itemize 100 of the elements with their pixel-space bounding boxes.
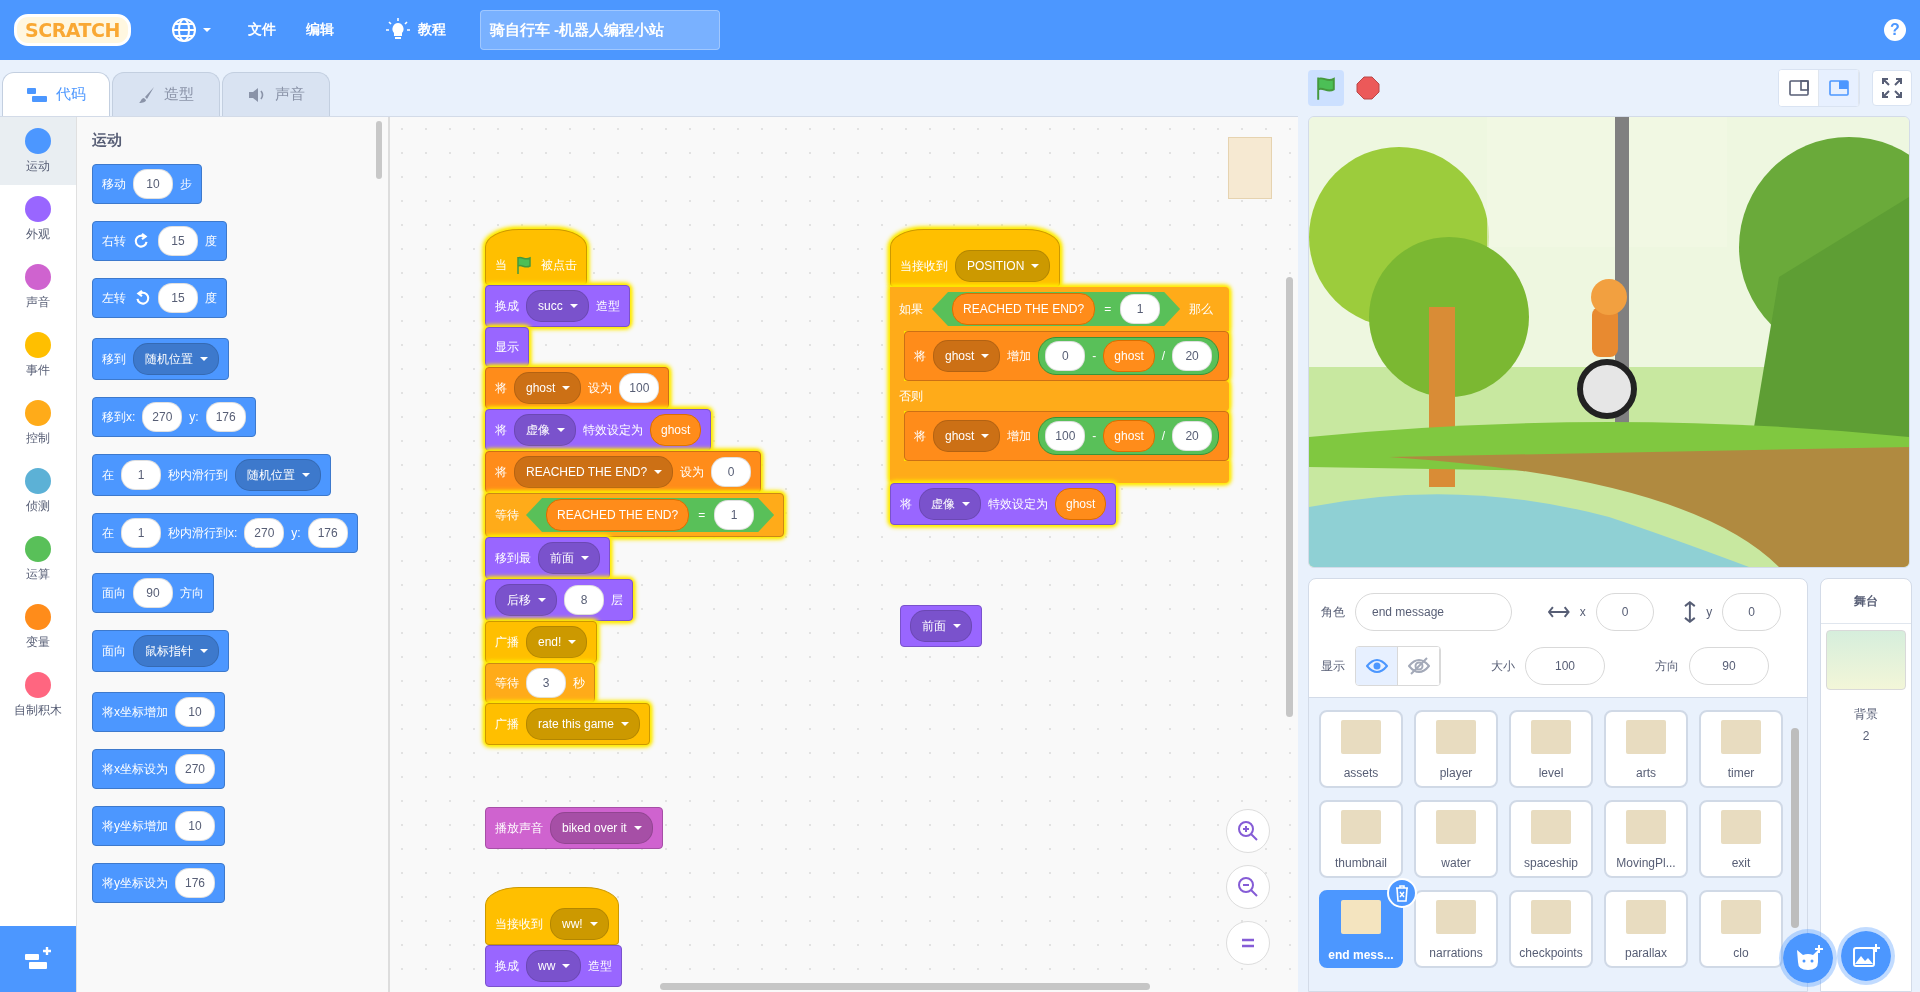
sprite-tile[interactable]: arts [1604,710,1688,788]
sprite-tile[interactable]: player [1414,710,1498,788]
category-item[interactable]: 运算 [0,525,76,593]
value-input[interactable]: 8 [564,585,604,615]
show-sprite-button[interactable] [1356,647,1398,685]
code-block[interactable]: 在 1 秒内滑行到x: 270 y: 176 [92,513,358,553]
code-block[interactable]: 左转 15 度 [92,278,227,318]
value-input[interactable]: 0 [1045,341,1086,371]
operator-block[interactable]: 100 - ghost / 20 [1038,417,1220,455]
dropdown-menu[interactable]: ghost [933,340,1001,372]
code-block[interactable]: 将 ghost 设为 100 [485,367,670,409]
category-item[interactable]: 变量 [0,593,76,661]
sprite-tile[interactable]: assets [1319,710,1403,788]
code-block[interactable]: 将 ghost 增加 0 - ghost / 20 [904,331,1230,381]
backdrop-thumbnail[interactable] [1826,630,1906,690]
value-input[interactable]: 270 [142,402,183,432]
add-extension-button[interactable] [0,926,76,992]
dropdown-menu[interactable]: 虚像 [919,488,981,520]
dropdown-menu[interactable]: 前面 [910,610,972,642]
value-input[interactable]: 20 [1172,421,1213,451]
dropdown-menu[interactable]: 随机位置 [235,459,321,491]
zoom-in-button[interactable] [1226,809,1270,853]
sprite-tile[interactable]: water [1414,800,1498,878]
dropdown-menu[interactable]: ghost [514,372,582,404]
dropdown-menu[interactable]: 鼠标指针 [133,635,219,667]
dropdown-menu[interactable]: succ [526,290,589,322]
zoom-reset-button[interactable] [1226,921,1270,965]
value-input[interactable]: 1 [1120,294,1161,324]
category-item[interactable]: 控制 [0,389,76,457]
sprite-tile[interactable]: exit [1699,800,1783,878]
value-input[interactable]: 0 [711,457,752,487]
code-block[interactable]: 将x坐标设为 270 [92,749,225,789]
sprite-tile[interactable]: thumbnail [1319,800,1403,878]
if-else-block[interactable]: 如果 REACHED THE END? = 1 那么 将 ghost 增加 0 - ghost / 20 否则 将 ghost 增加 100 - ghost / 20 [890,287,1230,483]
code-block[interactable]: 等待 3 秒 [485,663,595,703]
scrollbar[interactable] [1286,277,1293,717]
dropdown-menu[interactable]: biked over it [550,812,653,844]
code-block[interactable]: 移到最 前面 [485,537,610,579]
code-block[interactable]: 显示 [485,327,529,367]
value-input[interactable]: 20 [1172,341,1213,371]
value-input[interactable]: 10 [133,169,173,199]
category-item[interactable]: 运动 [0,117,76,185]
sprite-tile[interactable]: spaceship [1509,800,1593,878]
dropdown-menu[interactable]: 前面 [538,542,600,574]
stage-size-button[interactable] [1819,70,1859,106]
run-flag-button[interactable] [1308,70,1344,106]
code-block[interactable]: 将 REACHED THE END? 设为 0 [485,451,762,493]
sprite-tile[interactable]: parallax [1604,890,1688,968]
category-item[interactable]: 自制积木 [0,661,76,729]
code-block[interactable]: 在 1 秒内滑行到 随机位置 [92,454,331,496]
scrollbar[interactable] [660,983,1150,990]
code-block[interactable]: 右转 15 度 [92,221,227,261]
code-block[interactable]: 将 虚像 特效设定为 ghost [890,483,1117,525]
value-input[interactable]: 1 [121,518,161,548]
dropdown-menu[interactable]: 后移 [495,584,557,616]
code-block[interactable]: 面向 90 方向 [92,573,214,613]
value-input[interactable]: 1 [121,460,161,490]
value-input[interactable]: 270 [244,518,285,548]
value-input[interactable]: 15 [158,226,198,256]
scrollbar[interactable] [376,121,382,179]
value-input[interactable]: 176 [205,402,246,432]
value-input[interactable]: 176 [307,518,348,548]
value-input[interactable]: 10 [175,811,215,841]
dropdown-menu[interactable]: REACHED THE END? [514,456,674,488]
code-block[interactable]: 后移 8 层 [485,579,633,621]
code-block[interactable]: 播放声音 biked over it [485,807,663,849]
stage-size-button[interactable] [1779,70,1819,106]
value-input[interactable]: 10 [175,697,215,727]
code-block[interactable]: 换成 succ 造型 [485,285,630,327]
value-input[interactable]: 270 [175,754,215,784]
code-block[interactable]: 将 虚像 特效设定为 ghost [485,409,712,451]
sprite-tile[interactable]: timer [1699,710,1783,788]
sprite-tile[interactable]: level [1509,710,1593,788]
code-block[interactable]: 移动 10 步 [92,164,202,204]
dropdown-menu[interactable]: ghost [933,420,1001,452]
value-input[interactable]: 15 [158,283,198,313]
dropdown-menu[interactable]: ww [526,950,582,982]
code-block[interactable]: 将y坐标增加 10 [92,806,225,846]
zoom-out-button[interactable] [1226,865,1270,909]
code-block[interactable]: 等待 REACHED THE END? = 1 [485,493,785,537]
delete-sprite-button[interactable] [1387,878,1417,908]
category-item[interactable]: 外观 [0,185,76,253]
sprite-tile[interactable]: clo [1699,890,1783,968]
condition-block[interactable]: REACHED THE END? = 1 [932,292,1181,326]
category-item[interactable]: 侦测 [0,457,76,525]
fullscreen-button[interactable] [1872,70,1912,106]
value-input[interactable]: 176 [175,868,215,898]
value-input[interactable]: 1 [714,500,755,530]
condition-block[interactable]: REACHED THE END? = 1 [526,498,775,532]
category-item[interactable]: 声音 [0,253,76,321]
value-input[interactable]: 3 [526,668,566,698]
sprite-tile[interactable]: narrations [1414,890,1498,968]
code-block[interactable]: 将x坐标增加 10 [92,692,225,732]
value-input[interactable]: 100 [1045,421,1086,451]
code-block[interactable]: 面向 鼠标指针 [92,630,229,672]
code-block[interactable]: 前面 [900,605,982,647]
dropdown-menu[interactable]: 虚像 [514,414,576,446]
operator-block[interactable]: 0 - ghost / 20 [1038,337,1220,375]
code-block[interactable]: 将y坐标设为 176 [92,863,225,903]
category-item[interactable]: 事件 [0,321,76,389]
